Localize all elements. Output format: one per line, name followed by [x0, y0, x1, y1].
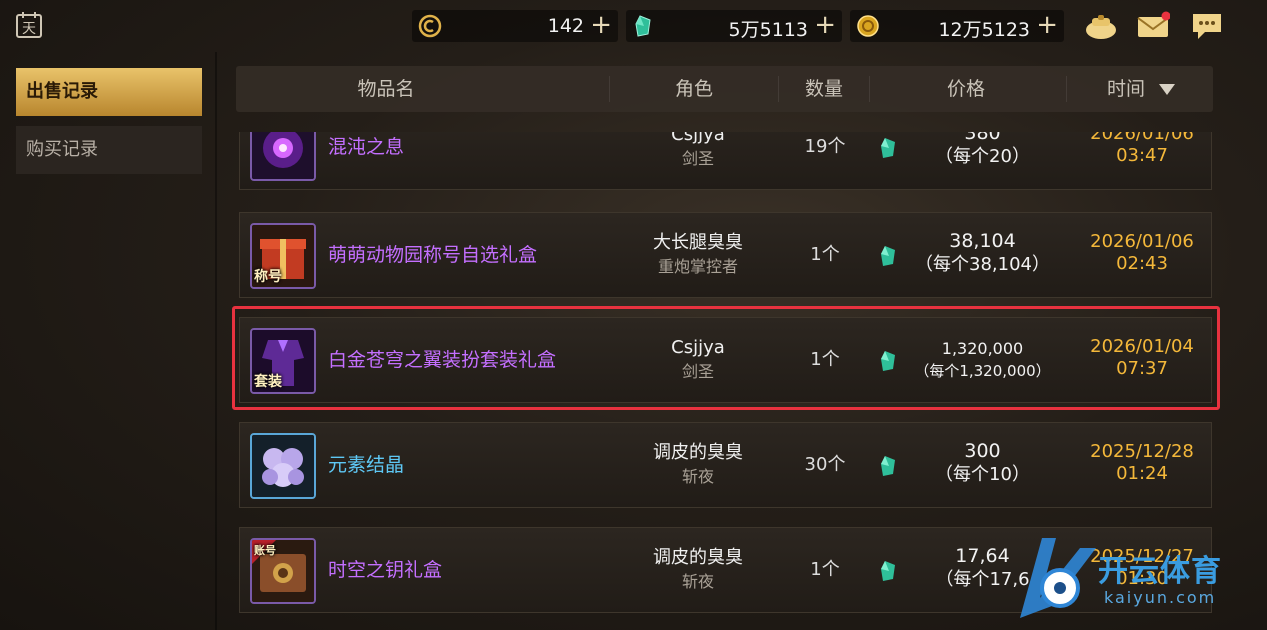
item-name: 元素结晶 — [328, 453, 405, 476]
header-time: 时间 — [1106, 78, 1145, 100]
currency-gem: 5万5113 + — [626, 10, 842, 42]
gem-value: 5万5113 — [728, 19, 808, 41]
time-date: 2025/12/28 — [1090, 441, 1194, 462]
header-separator — [869, 76, 870, 102]
item-quantity: 1个 — [810, 244, 840, 265]
item-quantity: 1个 — [810, 559, 840, 580]
watermark-title: 开云体育 — [1098, 554, 1222, 589]
calendar-label: 天 — [22, 21, 36, 37]
price-total: 380 — [964, 132, 1001, 144]
role-name: 大长腿臭臭 — [653, 232, 743, 253]
item-tag: 账号 — [254, 544, 276, 557]
time-clock: 02:43 — [1116, 253, 1168, 274]
seller-role: 调皮的臭臭 斩夜 — [618, 546, 778, 594]
time-cell: 2026/01/06 03:47 — [1072, 132, 1212, 167]
role-name: 调皮的臭臭 — [653, 547, 743, 568]
watermark: 开云体育 kaiyun.com — [1000, 528, 1260, 628]
header-role: 角色 — [674, 78, 713, 100]
item-name: 混沌之息 — [328, 135, 405, 158]
time-cell: 2026/01/06 02:43 — [1072, 231, 1212, 275]
sort-down-icon — [1159, 84, 1175, 95]
watermark-subtitle: kaiyun.com — [1104, 588, 1217, 607]
mail-icon[interactable] — [1136, 10, 1170, 42]
calendar-icon[interactable]: 天 — [14, 10, 44, 40]
seller-role: 调皮的臭臭 斩夜 — [618, 441, 778, 489]
gem-icon — [881, 561, 895, 581]
item-quantity: 30个 — [804, 454, 846, 475]
gold-icon — [857, 15, 879, 37]
header-separator — [778, 76, 779, 102]
time-clock: 01:24 — [1116, 463, 1168, 484]
gold-value: 12万5123 — [938, 19, 1030, 41]
sidebar-divider — [215, 52, 217, 630]
gift-box-icon: 称号 — [250, 223, 316, 289]
table-row[interactable]: 元素结晶 调皮的臭臭 斩夜 30个 300 （每个10） 2025/12/28 … — [239, 422, 1212, 508]
role-class: 重炮掌控者 — [657, 257, 738, 276]
price-total: 38,104 — [949, 230, 1016, 252]
c-coin-add-button[interactable]: + — [590, 11, 612, 39]
header-price: 价格 — [946, 78, 985, 100]
purse-icon[interactable] — [1084, 10, 1118, 42]
header-time-sort[interactable]: 时间 — [1076, 66, 1206, 112]
role-name: 调皮的臭臭 — [653, 442, 743, 463]
time-date: 2026/01/06 — [1090, 231, 1194, 252]
role-class: 斩夜 — [681, 467, 714, 486]
c-coin-icon — [418, 14, 442, 38]
tab-sell-records[interactable]: 出售记录 — [16, 68, 202, 116]
gem-icon — [881, 246, 895, 266]
element-crystal-icon — [250, 433, 316, 499]
role-class: 斩夜 — [681, 572, 714, 591]
price-each: （每个10） — [935, 464, 1030, 485]
table-row[interactable]: 混沌之息 Csjjya 剑圣 19个 380 （每个20） 2026/01/06… — [239, 132, 1212, 190]
item-name: 时空之钥礼盒 — [328, 558, 443, 581]
header-separator — [1066, 76, 1067, 102]
header-quantity: 数量 — [804, 78, 843, 100]
price-cell: 38,104 （每个38,104） — [900, 229, 1065, 277]
seller-role: 大长腿臭臭 重炮掌控者 — [618, 231, 778, 279]
price-cell: 300 （每个10） — [900, 439, 1065, 487]
key-box-icon: 账号 — [250, 538, 316, 604]
item-name: 萌萌动物园称号自选礼盒 — [328, 243, 538, 266]
currency-gold: 12万5123 + — [850, 10, 1064, 42]
item-tag: 称号 — [254, 269, 282, 285]
price-each: （每个38,104） — [915, 254, 1050, 275]
price-each: （每个20） — [935, 146, 1030, 167]
header-separator — [609, 76, 610, 102]
chaos-breath-icon — [250, 132, 316, 181]
gem-icon — [881, 456, 895, 476]
seller-role: Csjjya 剑圣 — [618, 132, 778, 171]
c-coin-value: 142 — [547, 15, 584, 37]
price-total: 300 — [964, 440, 1001, 462]
price-cell: 380 （每个20） — [900, 132, 1065, 169]
time-clock: 03:47 — [1116, 145, 1168, 166]
item-quantity: 19个 — [804, 136, 846, 157]
top-bar: 天 142 + 5万5113 + 12万5123 + — [0, 0, 1267, 52]
chat-icon[interactable] — [1190, 10, 1224, 42]
time-cell: 2025/12/28 01:24 — [1072, 441, 1212, 485]
role-name: Csjjya — [671, 132, 725, 145]
table-row[interactable]: 称号 萌萌动物园称号自选礼盒 大长腿臭臭 重炮掌控者 1个 38,104 （每个… — [239, 212, 1212, 298]
gem-add-button[interactable]: + — [814, 11, 836, 39]
tab-buy-records[interactable]: 购买记录 — [16, 126, 202, 174]
watermark-logo-icon — [1020, 538, 1096, 618]
table-header: 物品名 角色 数量 价格 时间 — [236, 66, 1213, 112]
currency-c-coin: 142 + — [412, 10, 618, 42]
role-class: 剑圣 — [681, 149, 714, 168]
gem-icon — [881, 138, 895, 158]
selection-highlight — [232, 306, 1220, 410]
gold-add-button[interactable]: + — [1036, 11, 1058, 39]
gem-icon — [635, 15, 651, 37]
header-item-name: 物品名 — [357, 78, 415, 100]
time-date: 2026/01/06 — [1090, 132, 1194, 144]
